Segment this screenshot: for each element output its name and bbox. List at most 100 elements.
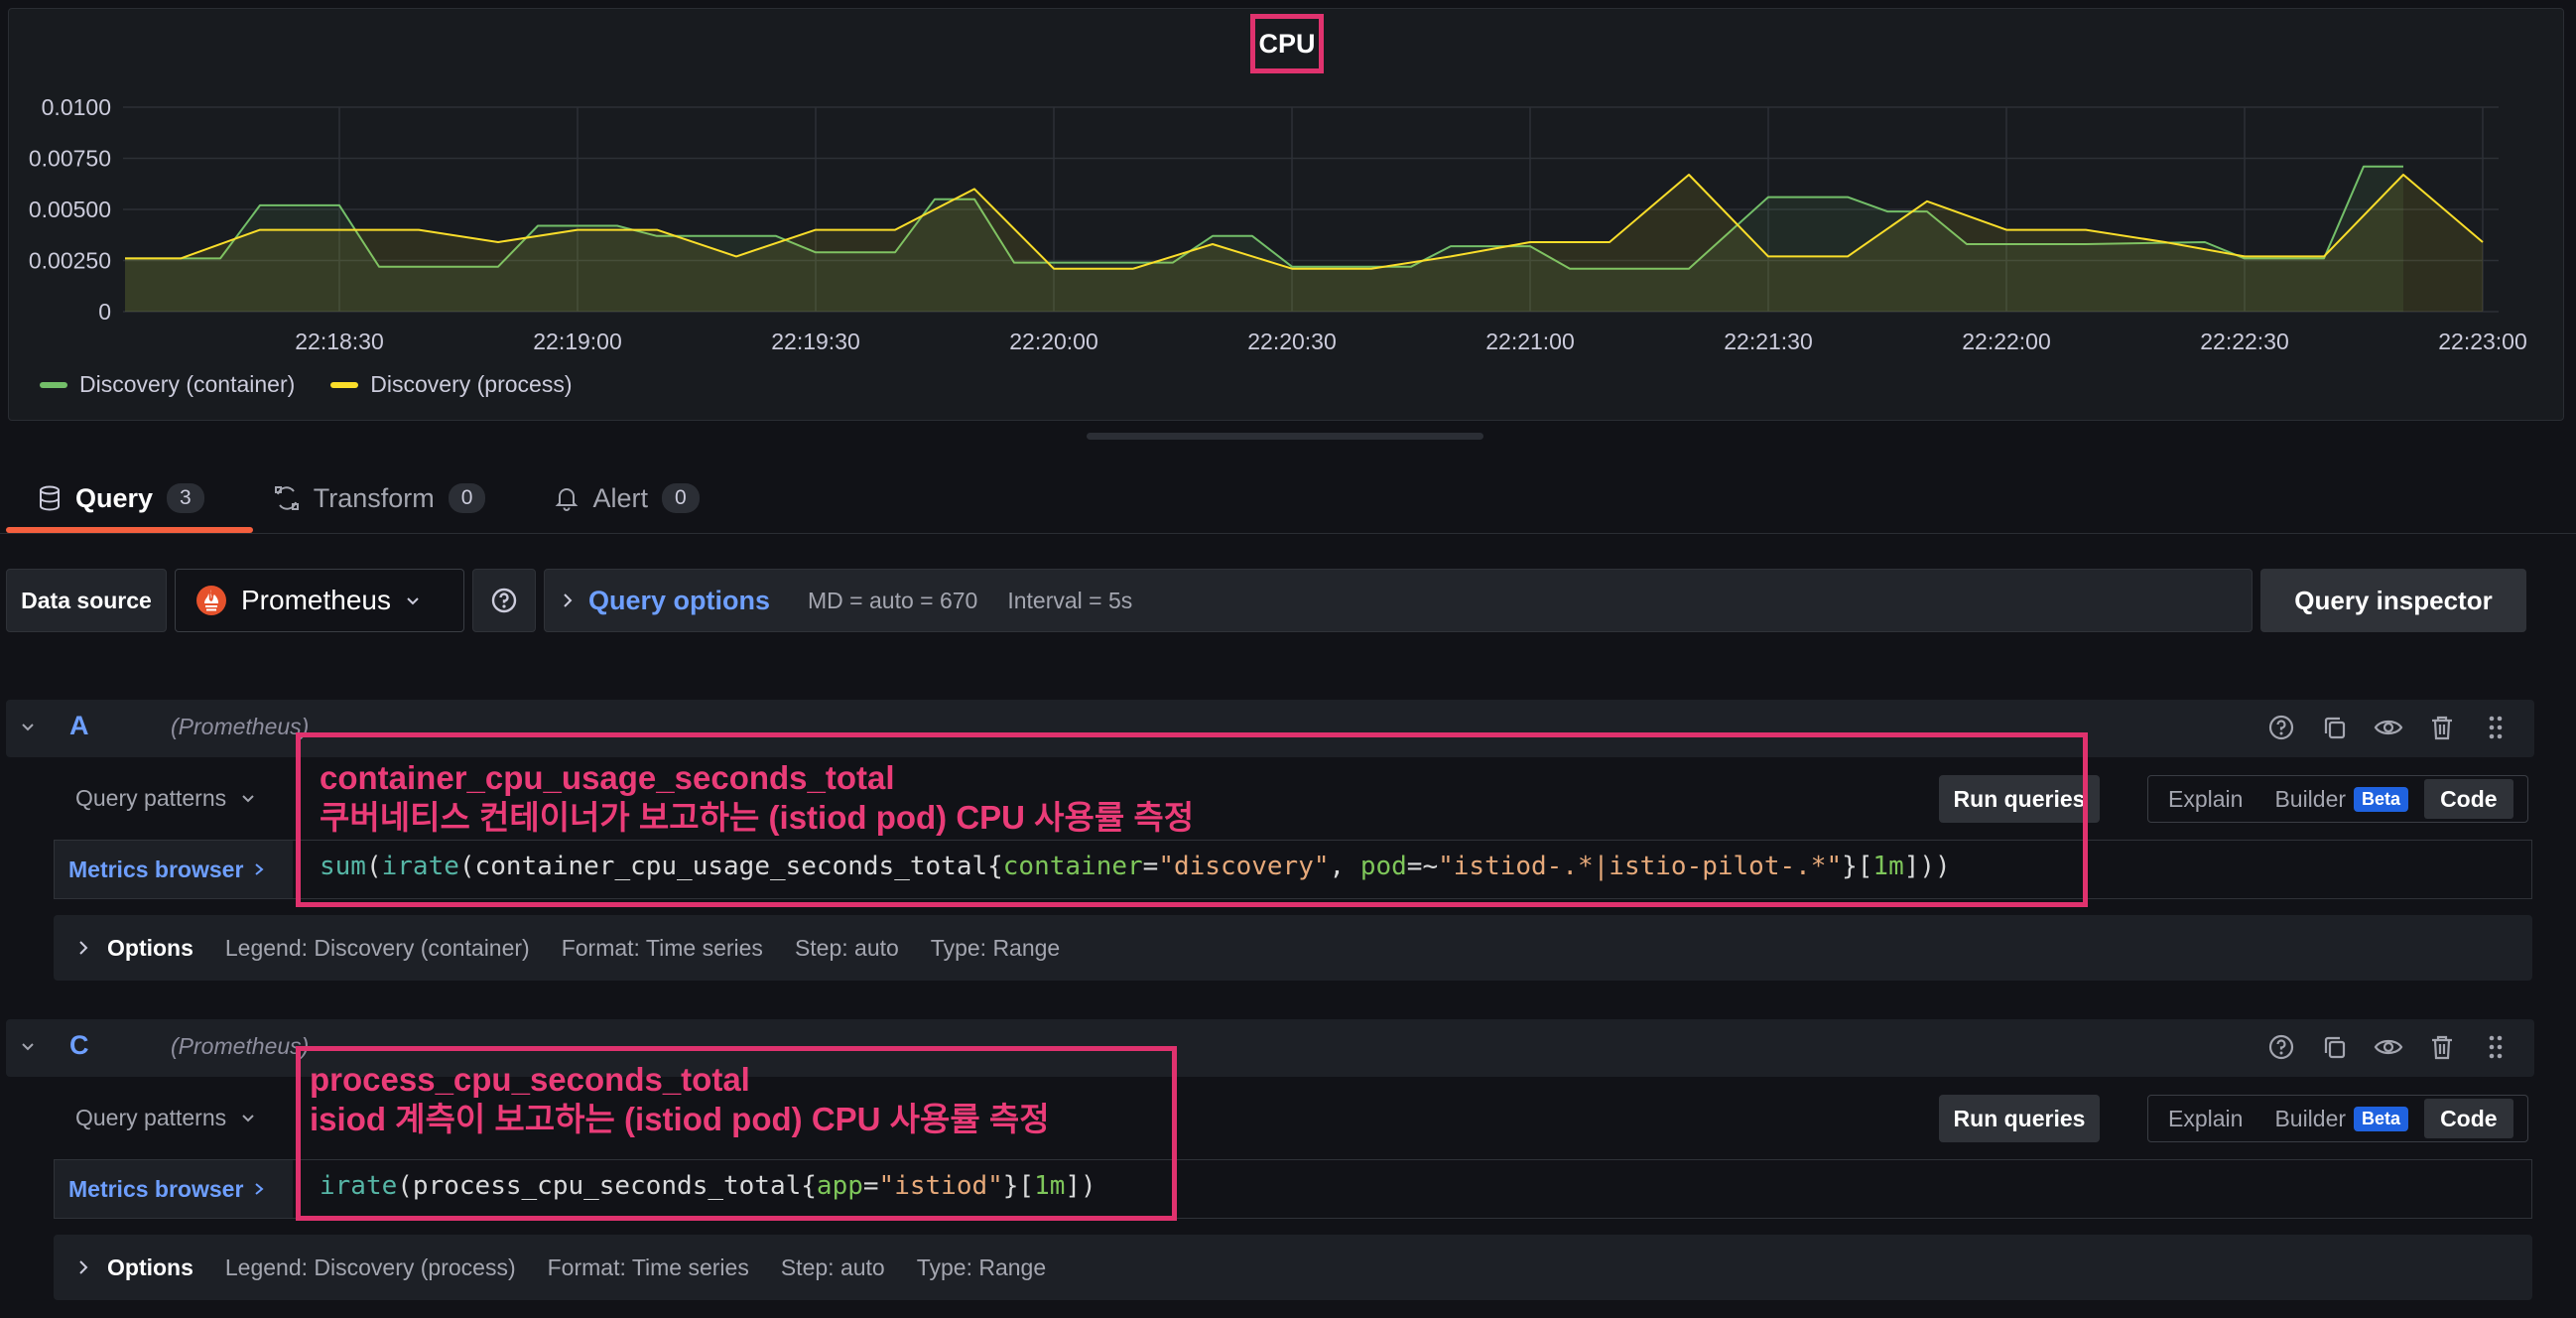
mode-builder[interactable]: Builder Beta xyxy=(2258,779,2424,819)
tab-count: 0 xyxy=(448,483,486,513)
mode-builder-label: Builder xyxy=(2274,785,2347,812)
help-icon[interactable] xyxy=(2264,711,2298,744)
metrics-browser-label: Metrics browser xyxy=(68,1175,244,1202)
annotation-line: container_cpu_usage_seconds_total xyxy=(320,759,895,796)
query-options-toggle[interactable]: Query options xyxy=(561,586,770,616)
options-title: Options xyxy=(107,934,193,961)
query-datasource: (Prometheus) xyxy=(171,714,310,739)
x-tick-label: 22:22:30 xyxy=(2200,329,2289,354)
chevron-down-icon xyxy=(242,794,254,802)
editor-tabs: Query 3 Transform 0 Alert 0 xyxy=(38,468,700,528)
beta-badge: Beta xyxy=(2354,1106,2409,1131)
options-step: Step: auto xyxy=(794,934,899,961)
legend-swatch xyxy=(330,381,359,388)
series-area-process xyxy=(125,175,2483,312)
datasource-label: Data source xyxy=(6,569,167,632)
datasource-picker[interactable]: Prometheus xyxy=(175,569,464,632)
x-tick-label: 22:19:00 xyxy=(533,329,622,354)
tab-label: Transform xyxy=(313,482,435,513)
datasource-help-button[interactable] xyxy=(472,569,536,632)
y-tick-label: 0.00250 xyxy=(29,248,111,274)
help-icon[interactable] xyxy=(2264,1030,2298,1064)
eye-icon[interactable] xyxy=(2372,1030,2405,1064)
legend-label: Discovery (container) xyxy=(79,371,296,397)
chevron-right-icon xyxy=(79,1260,88,1274)
query-patterns-label: Query patterns xyxy=(75,1105,227,1130)
beta-badge: Beta xyxy=(2354,786,2409,812)
options-toggle[interactable]: Options xyxy=(77,1254,193,1281)
annotation-text-c: process_cpu_seconds_total isiod 계측이 보고하는… xyxy=(310,1060,1050,1139)
chevron-right-icon xyxy=(255,1183,264,1195)
prometheus-icon xyxy=(196,586,226,615)
annotation-line: isiod 계측이 보고하는 (istiod pod) CPU 사용률 측정 xyxy=(310,1101,1050,1137)
query-patterns-dropdown[interactable]: Query patterns xyxy=(75,785,256,812)
editor-mode-toggle: Explain Builder Beta Code xyxy=(2147,1095,2528,1142)
database-icon xyxy=(40,485,60,511)
options-legend: Legend: Discovery (process) xyxy=(224,1253,516,1280)
options-legend: Legend: Discovery (container) xyxy=(224,934,530,961)
chevron-down-icon[interactable] xyxy=(20,720,36,735)
query-actions-c xyxy=(2264,1030,2512,1064)
y-tick-label: 0.0100 xyxy=(42,94,111,120)
query-letter[interactable]: A xyxy=(69,711,89,741)
legend-swatch xyxy=(40,381,67,388)
tab-count: 3 xyxy=(167,483,204,513)
chevron-right-icon xyxy=(79,941,88,955)
chevron-down-icon xyxy=(242,1114,254,1121)
tab-query[interactable]: Query 3 xyxy=(38,468,204,528)
tab-transform[interactable]: Transform 0 xyxy=(274,468,486,528)
trash-icon[interactable] xyxy=(2425,1030,2459,1064)
options-toggle[interactable]: Options xyxy=(77,935,193,962)
query-inspector-button[interactable]: Query inspector xyxy=(2260,569,2526,632)
options-type: Type: Range xyxy=(930,934,1061,961)
x-tick-label: 22:20:00 xyxy=(1009,329,1098,354)
query-options-row-c[interactable]: Options Legend: Discovery (process) Form… xyxy=(54,1235,2532,1300)
options-type: Type: Range xyxy=(916,1253,1047,1280)
x-tick-label: 22:23:00 xyxy=(2438,329,2527,354)
duplicate-icon[interactable] xyxy=(2318,711,2352,744)
chevron-right-icon xyxy=(564,593,573,607)
duplicate-icon[interactable] xyxy=(2318,1030,2352,1064)
mode-builder-label: Builder xyxy=(2274,1105,2347,1131)
datasource-name: Prometheus xyxy=(241,585,391,615)
query-letter[interactable]: C xyxy=(69,1030,89,1061)
query-options-label: Query options xyxy=(588,585,771,615)
chevron-down-icon xyxy=(407,597,419,605)
mode-explain[interactable]: Explain xyxy=(2152,1099,2258,1138)
panel-title[interactable]: CPU xyxy=(1250,14,1324,73)
panel-resize-handle[interactable] xyxy=(1087,433,1483,440)
metrics-browser-button[interactable]: Metrics browser xyxy=(55,841,293,898)
mode-explain[interactable]: Explain xyxy=(2152,779,2258,819)
tab-alert[interactable]: Alert 0 xyxy=(555,468,700,528)
query-actions-a xyxy=(2264,711,2512,744)
run-queries-button[interactable]: Run queries xyxy=(1939,1095,2100,1142)
drag-handle-icon[interactable] xyxy=(2479,711,2512,744)
legend-item-container[interactable]: Discovery (container) xyxy=(40,371,295,398)
legend-label: Discovery (process) xyxy=(370,371,573,397)
query-datasource: (Prometheus) xyxy=(171,1033,310,1059)
tab-label: Alert xyxy=(592,482,648,513)
metrics-browser-button[interactable]: Metrics browser xyxy=(55,1160,293,1218)
options-title: Options xyxy=(107,1253,193,1280)
chevron-down-icon[interactable] xyxy=(20,1039,36,1055)
metrics-browser-label: Metrics browser xyxy=(68,856,244,882)
query-options-row-a[interactable]: Options Legend: Discovery (container) Fo… xyxy=(54,915,2532,981)
tab-label: Query xyxy=(75,482,154,513)
x-tick-label: 22:21:00 xyxy=(1485,329,1575,354)
mode-code[interactable]: Code xyxy=(2424,779,2513,819)
x-tick-label: 22:20:30 xyxy=(1247,329,1337,354)
query-patterns-dropdown[interactable]: Query patterns xyxy=(75,1105,256,1131)
interval: Interval = 5s xyxy=(1007,587,1133,613)
eye-icon[interactable] xyxy=(2372,711,2405,744)
legend-item-process[interactable]: Discovery (process) xyxy=(330,371,573,398)
x-tick-label: 22:22:00 xyxy=(1962,329,2051,354)
x-tick-label: 22:21:30 xyxy=(1724,329,1813,354)
drag-handle-icon[interactable] xyxy=(2479,1030,2512,1064)
editor-mode-toggle: Explain Builder Beta Code xyxy=(2147,775,2528,823)
trash-icon[interactable] xyxy=(2425,711,2459,744)
mode-builder[interactable]: Builder Beta xyxy=(2258,1099,2424,1138)
query-options-bar[interactable]: Query options MD = auto = 670 Interval =… xyxy=(544,569,2253,632)
mode-code[interactable]: Code xyxy=(2424,1099,2513,1138)
help-icon xyxy=(491,588,517,613)
tabs-divider xyxy=(0,533,2576,534)
